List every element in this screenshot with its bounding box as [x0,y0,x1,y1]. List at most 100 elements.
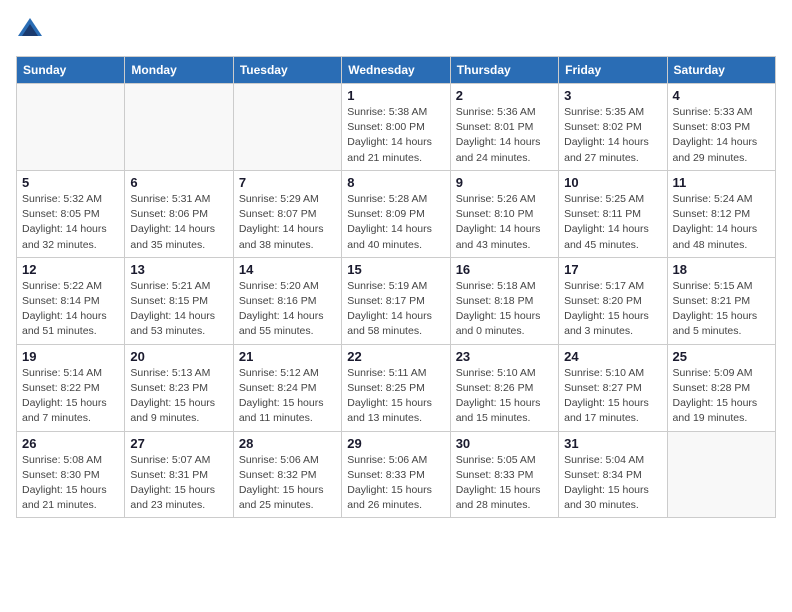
calendar-cell: 28 Sunrise: 5:06 AM Sunset: 8:32 PM Dayli… [233,431,341,518]
day-number: 7 [239,175,336,190]
calendar-cell: 27 Sunrise: 5:07 AM Sunset: 8:31 PM Dayli… [125,431,233,518]
logo-icon [16,16,44,44]
calendar-cell: 18Sunrise: 5:15 AM Sunset: 8:21 PM Dayli… [667,257,775,344]
day-info: Sunrise: 5:04 AM Sunset: 8:34 PM Dayligh… [564,453,661,514]
page-header [16,16,776,44]
day-info: Sunrise: 5:13 AM Sunset: 8:23 PM Dayligh… [130,366,227,427]
day-info: Sunrise: 5:29 AM Sunset: 8:07 PM Dayligh… [239,192,336,253]
calendar-cell: 31 Sunrise: 5:04 AM Sunset: 8:34 PM Dayli… [559,431,667,518]
day-info: Sunrise: 5:08 AM Sunset: 8:30 PM Dayligh… [22,453,119,514]
day-info: Sunrise: 5:09 AM Sunset: 8:28 PM Dayligh… [673,366,770,427]
calendar-cell [667,431,775,518]
day-number: 2 [456,88,553,103]
day-info: Sunrise: 5:06 AM Sunset: 8:33 PM Dayligh… [347,453,444,514]
calendar-cell: 15 Sunrise: 5:19 AM Sunset: 8:17 PM Dayli… [342,257,450,344]
day-number: 17 [564,262,661,277]
day-number: 27 [130,436,227,451]
logo [16,16,48,44]
calendar-cell: 23 Sunrise: 5:10 AM Sunset: 8:26 PM Dayli… [450,344,558,431]
day-number: 5 [22,175,119,190]
calendar-week-3: 12 Sunrise: 5:22 AM Sunset: 8:14 PM Dayli… [17,257,776,344]
calendar-week-5: 26 Sunrise: 5:08 AM Sunset: 8:30 PM Dayli… [17,431,776,518]
header-friday: Friday [559,57,667,84]
day-number: 8 [347,175,444,190]
day-info: Sunrise: 5:14 AM Sunset: 8:22 PM Dayligh… [22,366,119,427]
day-number: 3 [564,88,661,103]
calendar-cell: 10 Sunrise: 5:25 AM Sunset: 8:11 PM Dayli… [559,170,667,257]
calendar-cell: 8 Sunrise: 5:28 AM Sunset: 8:09 PM Daylig… [342,170,450,257]
day-number: 20 [130,349,227,364]
day-number: 4 [673,88,770,103]
day-info: Sunrise: 5:18 AM Sunset: 8:18 PM Dayligh… [456,279,553,340]
calendar-cell: 14Sunrise: 5:20 AM Sunset: 8:16 PM Dayli… [233,257,341,344]
calendar-cell: 4 Sunrise: 5:33 AM Sunset: 8:03 PM Daylig… [667,84,775,171]
calendar-cell: 16 Sunrise: 5:18 AM Sunset: 8:18 PM Dayli… [450,257,558,344]
calendar-week-4: 19 Sunrise: 5:14 AM Sunset: 8:22 PM Dayli… [17,344,776,431]
day-number: 26 [22,436,119,451]
day-info: Sunrise: 5:17 AM Sunset: 8:20 PM Dayligh… [564,279,661,340]
calendar-week-1: 1Sunrise: 5:38 AM Sunset: 8:00 PM Daylig… [17,84,776,171]
header-tuesday: Tuesday [233,57,341,84]
day-number: 23 [456,349,553,364]
calendar-cell: 26 Sunrise: 5:08 AM Sunset: 8:30 PM Dayli… [17,431,125,518]
calendar-cell: 13Sunrise: 5:21 AM Sunset: 8:15 PM Dayli… [125,257,233,344]
day-number: 13 [130,262,227,277]
day-info: Sunrise: 5:22 AM Sunset: 8:14 PM Dayligh… [22,279,119,340]
calendar-cell: 11 Sunrise: 5:24 AM Sunset: 8:12 PM Dayli… [667,170,775,257]
calendar-cell [233,84,341,171]
day-info: Sunrise: 5:26 AM Sunset: 8:10 PM Dayligh… [456,192,553,253]
day-number: 19 [22,349,119,364]
calendar-cell: 24 Sunrise: 5:10 AM Sunset: 8:27 PM Dayli… [559,344,667,431]
day-number: 24 [564,349,661,364]
day-number: 21 [239,349,336,364]
day-number: 10 [564,175,661,190]
day-number: 12 [22,262,119,277]
day-info: Sunrise: 5:24 AM Sunset: 8:12 PM Dayligh… [673,192,770,253]
day-number: 14 [239,262,336,277]
header-monday: Monday [125,57,233,84]
day-info: Sunrise: 5:28 AM Sunset: 8:09 PM Dayligh… [347,192,444,253]
calendar-cell: 1Sunrise: 5:38 AM Sunset: 8:00 PM Daylig… [342,84,450,171]
day-number: 15 [347,262,444,277]
day-info: Sunrise: 5:31 AM Sunset: 8:06 PM Dayligh… [130,192,227,253]
day-number: 31 [564,436,661,451]
calendar-cell: 25Sunrise: 5:09 AM Sunset: 8:28 PM Dayli… [667,344,775,431]
day-number: 1 [347,88,444,103]
header-saturday: Saturday [667,57,775,84]
day-info: Sunrise: 5:32 AM Sunset: 8:05 PM Dayligh… [22,192,119,253]
calendar-week-2: 5 Sunrise: 5:32 AM Sunset: 8:05 PM Daylig… [17,170,776,257]
day-info: Sunrise: 5:12 AM Sunset: 8:24 PM Dayligh… [239,366,336,427]
calendar-cell: 12 Sunrise: 5:22 AM Sunset: 8:14 PM Dayli… [17,257,125,344]
day-info: Sunrise: 5:10 AM Sunset: 8:26 PM Dayligh… [456,366,553,427]
calendar-cell: 29 Sunrise: 5:06 AM Sunset: 8:33 PM Dayli… [342,431,450,518]
calendar-header-row: SundayMondayTuesdayWednesdayThursdayFrid… [17,57,776,84]
day-number: 22 [347,349,444,364]
day-info: Sunrise: 5:11 AM Sunset: 8:25 PM Dayligh… [347,366,444,427]
calendar-cell: 5 Sunrise: 5:32 AM Sunset: 8:05 PM Daylig… [17,170,125,257]
day-info: Sunrise: 5:19 AM Sunset: 8:17 PM Dayligh… [347,279,444,340]
day-info: Sunrise: 5:05 AM Sunset: 8:33 PM Dayligh… [456,453,553,514]
header-sunday: Sunday [17,57,125,84]
day-number: 29 [347,436,444,451]
calendar: SundayMondayTuesdayWednesdayThursdayFrid… [16,56,776,518]
day-number: 28 [239,436,336,451]
calendar-cell [125,84,233,171]
calendar-cell: 30 Sunrise: 5:05 AM Sunset: 8:33 PM Dayli… [450,431,558,518]
day-info: Sunrise: 5:07 AM Sunset: 8:31 PM Dayligh… [130,453,227,514]
calendar-cell: 22 Sunrise: 5:11 AM Sunset: 8:25 PM Dayli… [342,344,450,431]
day-info: Sunrise: 5:25 AM Sunset: 8:11 PM Dayligh… [564,192,661,253]
day-info: Sunrise: 5:15 AM Sunset: 8:21 PM Dayligh… [673,279,770,340]
day-number: 30 [456,436,553,451]
calendar-cell: 17 Sunrise: 5:17 AM Sunset: 8:20 PM Dayli… [559,257,667,344]
day-number: 16 [456,262,553,277]
calendar-cell: 20 Sunrise: 5:13 AM Sunset: 8:23 PM Dayli… [125,344,233,431]
calendar-cell: 6Sunrise: 5:31 AM Sunset: 8:06 PM Daylig… [125,170,233,257]
calendar-cell [17,84,125,171]
day-info: Sunrise: 5:33 AM Sunset: 8:03 PM Dayligh… [673,105,770,166]
day-info: Sunrise: 5:10 AM Sunset: 8:27 PM Dayligh… [564,366,661,427]
day-info: Sunrise: 5:36 AM Sunset: 8:01 PM Dayligh… [456,105,553,166]
day-info: Sunrise: 5:06 AM Sunset: 8:32 PM Dayligh… [239,453,336,514]
calendar-cell: 3Sunrise: 5:35 AM Sunset: 8:02 PM Daylig… [559,84,667,171]
calendar-cell: 19 Sunrise: 5:14 AM Sunset: 8:22 PM Dayli… [17,344,125,431]
day-number: 11 [673,175,770,190]
